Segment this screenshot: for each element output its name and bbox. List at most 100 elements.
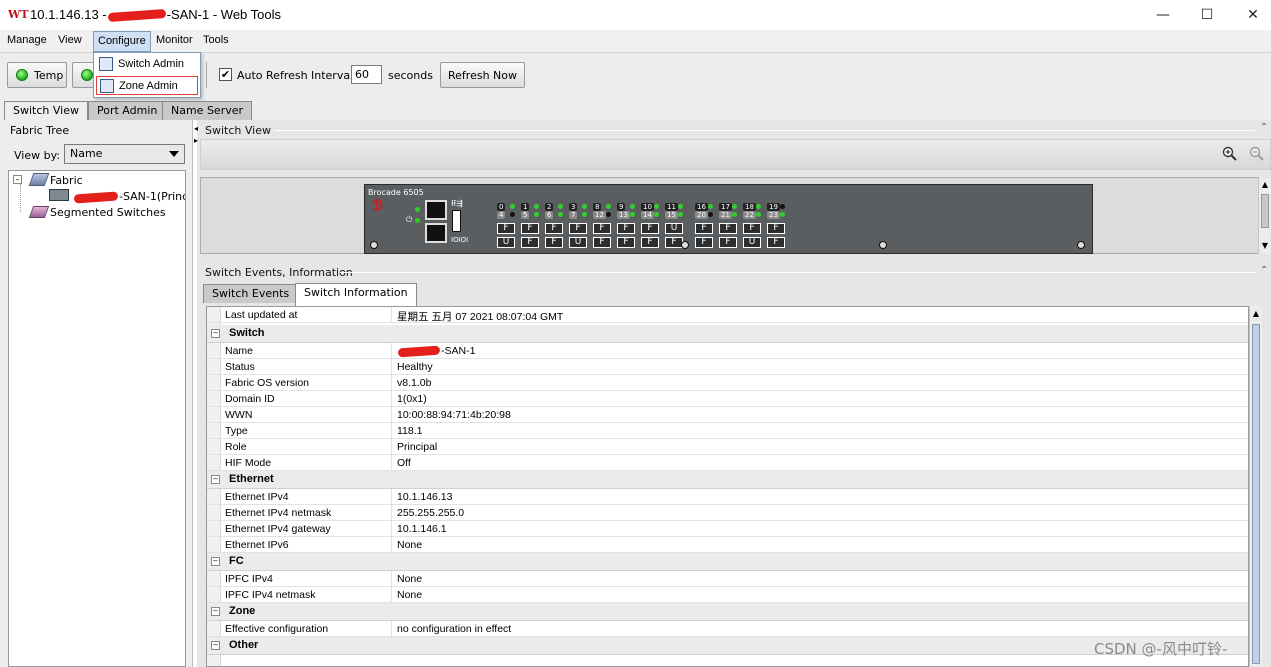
menu-view[interactable]: View: [58, 34, 82, 46]
port-led: [654, 212, 659, 217]
table-group-switch[interactable]: – Switch: [207, 325, 1248, 343]
fc-port[interactable]: F: [695, 237, 713, 248]
table-row: IPFC IPv4 netmask None: [207, 587, 1248, 603]
tab-port-admin[interactable]: Port Admin: [88, 101, 167, 120]
fc-port[interactable]: F: [695, 223, 713, 234]
menuitem-zone-admin[interactable]: Zone Admin: [96, 76, 198, 95]
fc-port[interactable]: F: [767, 237, 785, 248]
menuitem-switch-admin[interactable]: Switch Admin: [96, 55, 198, 74]
table-row: Effective configuration no configuration …: [207, 621, 1248, 637]
temp-button[interactable]: Temp: [7, 62, 67, 88]
menu-manage[interactable]: Manage: [7, 34, 47, 46]
fc-port[interactable]: F: [569, 223, 587, 234]
tree-item-switch[interactable]: -SAN-1(Princi: [73, 190, 185, 204]
view-by-select[interactable]: Name: [64, 144, 185, 164]
redaction-mark: [107, 9, 166, 23]
collapse-icon[interactable]: –: [13, 175, 22, 184]
fc-port[interactable]: F: [617, 223, 635, 234]
fc-port[interactable]: F: [719, 223, 737, 234]
collapse-icon[interactable]: –: [211, 607, 220, 616]
fabric-icon: [28, 173, 50, 186]
collapse-icon[interactable]: –: [211, 641, 220, 650]
info-key: Ethernet IPv6: [225, 539, 289, 551]
close-button[interactable]: ✕: [1230, 4, 1271, 26]
collapse-up-icon[interactable]: ⌃: [1260, 122, 1268, 133]
zoom-in-icon[interactable]: [1222, 146, 1237, 161]
expand-right-icon[interactable]: ▸: [194, 136, 198, 145]
collapse-icon[interactable]: –: [211, 329, 220, 338]
configure-dropdown: Switch Admin Zone Admin: [93, 52, 201, 98]
section-divider: [274, 130, 1255, 131]
screw-icon: [1077, 241, 1085, 249]
menu-configure[interactable]: Configure: [93, 31, 151, 52]
maximize-button[interactable]: ☐: [1184, 4, 1230, 26]
menu-tools[interactable]: Tools: [203, 34, 229, 46]
fc-port[interactable]: F: [641, 223, 659, 234]
port-number-upper: 19: [767, 203, 780, 211]
fc-port[interactable]: F: [545, 237, 563, 248]
fc-port[interactable]: F: [521, 237, 539, 248]
info-scrollbar[interactable]: ▲: [1249, 306, 1262, 667]
zoom-out-icon[interactable]: [1249, 146, 1264, 161]
collapse-icon[interactable]: –: [211, 557, 220, 566]
scroll-thumb[interactable]: [1252, 324, 1260, 664]
fc-port[interactable]: F: [617, 237, 635, 248]
fc-port[interactable]: F: [545, 223, 563, 234]
info-value: 10.1.146.13: [397, 491, 453, 503]
refresh-now-button[interactable]: Refresh Now: [440, 62, 525, 88]
table-group-zone[interactable]: – Zone: [207, 603, 1248, 621]
table-row: Role Principal: [207, 439, 1248, 455]
fc-port[interactable]: F: [497, 223, 515, 234]
port-led: [558, 212, 563, 217]
column-separator: [391, 571, 392, 587]
port-number-lower: 13: [617, 211, 630, 219]
scroll-thumb[interactable]: [1261, 194, 1269, 228]
fc-port[interactable]: F: [593, 223, 611, 234]
fc-port[interactable]: F: [641, 237, 659, 248]
collapse-icon[interactable]: –: [211, 475, 220, 484]
table-group-other[interactable]: – Other: [207, 637, 1248, 655]
fc-port[interactable]: F: [743, 223, 761, 234]
info-value: Principal: [397, 441, 438, 453]
group-header: Switch: [229, 327, 265, 339]
fc-port[interactable]: F: [593, 237, 611, 248]
port-led: [678, 212, 683, 217]
fc-port[interactable]: U: [665, 223, 683, 234]
screw-icon: [879, 241, 887, 249]
auto-refresh-checkbox[interactable]: ✔: [219, 68, 232, 81]
menu-monitor[interactable]: Monitor: [156, 34, 193, 46]
info-value: 1(0x1): [397, 393, 427, 405]
tree-item-fabric[interactable]: Fabric: [50, 174, 83, 187]
switch-pane-scrollbar[interactable]: ▲ ▼: [1258, 178, 1271, 254]
tab-switch-view[interactable]: Switch View: [4, 101, 88, 121]
scroll-down-icon[interactable]: ▼: [1259, 240, 1271, 252]
fc-port[interactable]: F: [767, 223, 785, 234]
collapse-left-icon[interactable]: ◂: [194, 124, 198, 133]
column-separator: [391, 621, 392, 637]
minimize-button[interactable]: —: [1140, 4, 1186, 26]
switch-chassis[interactable]: Brocade 6505 ℬ ⏻ ⭿⇶ IOIOI 04FU15FF26FF37…: [364, 184, 1093, 254]
fc-port[interactable]: F: [719, 237, 737, 248]
collapse-up-icon[interactable]: ⌃: [1260, 265, 1268, 276]
info-key: Ethernet IPv4 gateway: [225, 523, 331, 535]
redaction-mark: [397, 345, 441, 358]
interval-input[interactable]: 60: [351, 65, 382, 84]
fc-port[interactable]: U: [497, 237, 515, 248]
scroll-up-icon[interactable]: ▲: [1250, 308, 1262, 320]
scroll-up-icon[interactable]: ▲: [1259, 179, 1271, 191]
table-group-ethernet[interactable]: – Ethernet: [207, 471, 1248, 489]
tab-switch-events[interactable]: Switch Events: [203, 284, 299, 303]
tab-switch-information[interactable]: Switch Information: [295, 283, 417, 306]
table-group-fc[interactable]: – FC: [207, 553, 1248, 571]
port-number-upper: 18: [743, 203, 756, 211]
column-separator: [391, 439, 392, 455]
switch-view-title: Switch View: [205, 124, 271, 137]
fc-port[interactable]: U: [569, 237, 587, 248]
port-led: [678, 204, 683, 209]
tree-item-segmented[interactable]: Segmented Switches: [50, 206, 166, 219]
switch-admin-icon: [99, 57, 113, 71]
fc-port[interactable]: U: [743, 237, 761, 248]
fc-port[interactable]: F: [521, 223, 539, 234]
tab-name-server[interactable]: Name Server: [162, 101, 253, 120]
info-key: Ethernet IPv4 netmask: [225, 507, 332, 519]
